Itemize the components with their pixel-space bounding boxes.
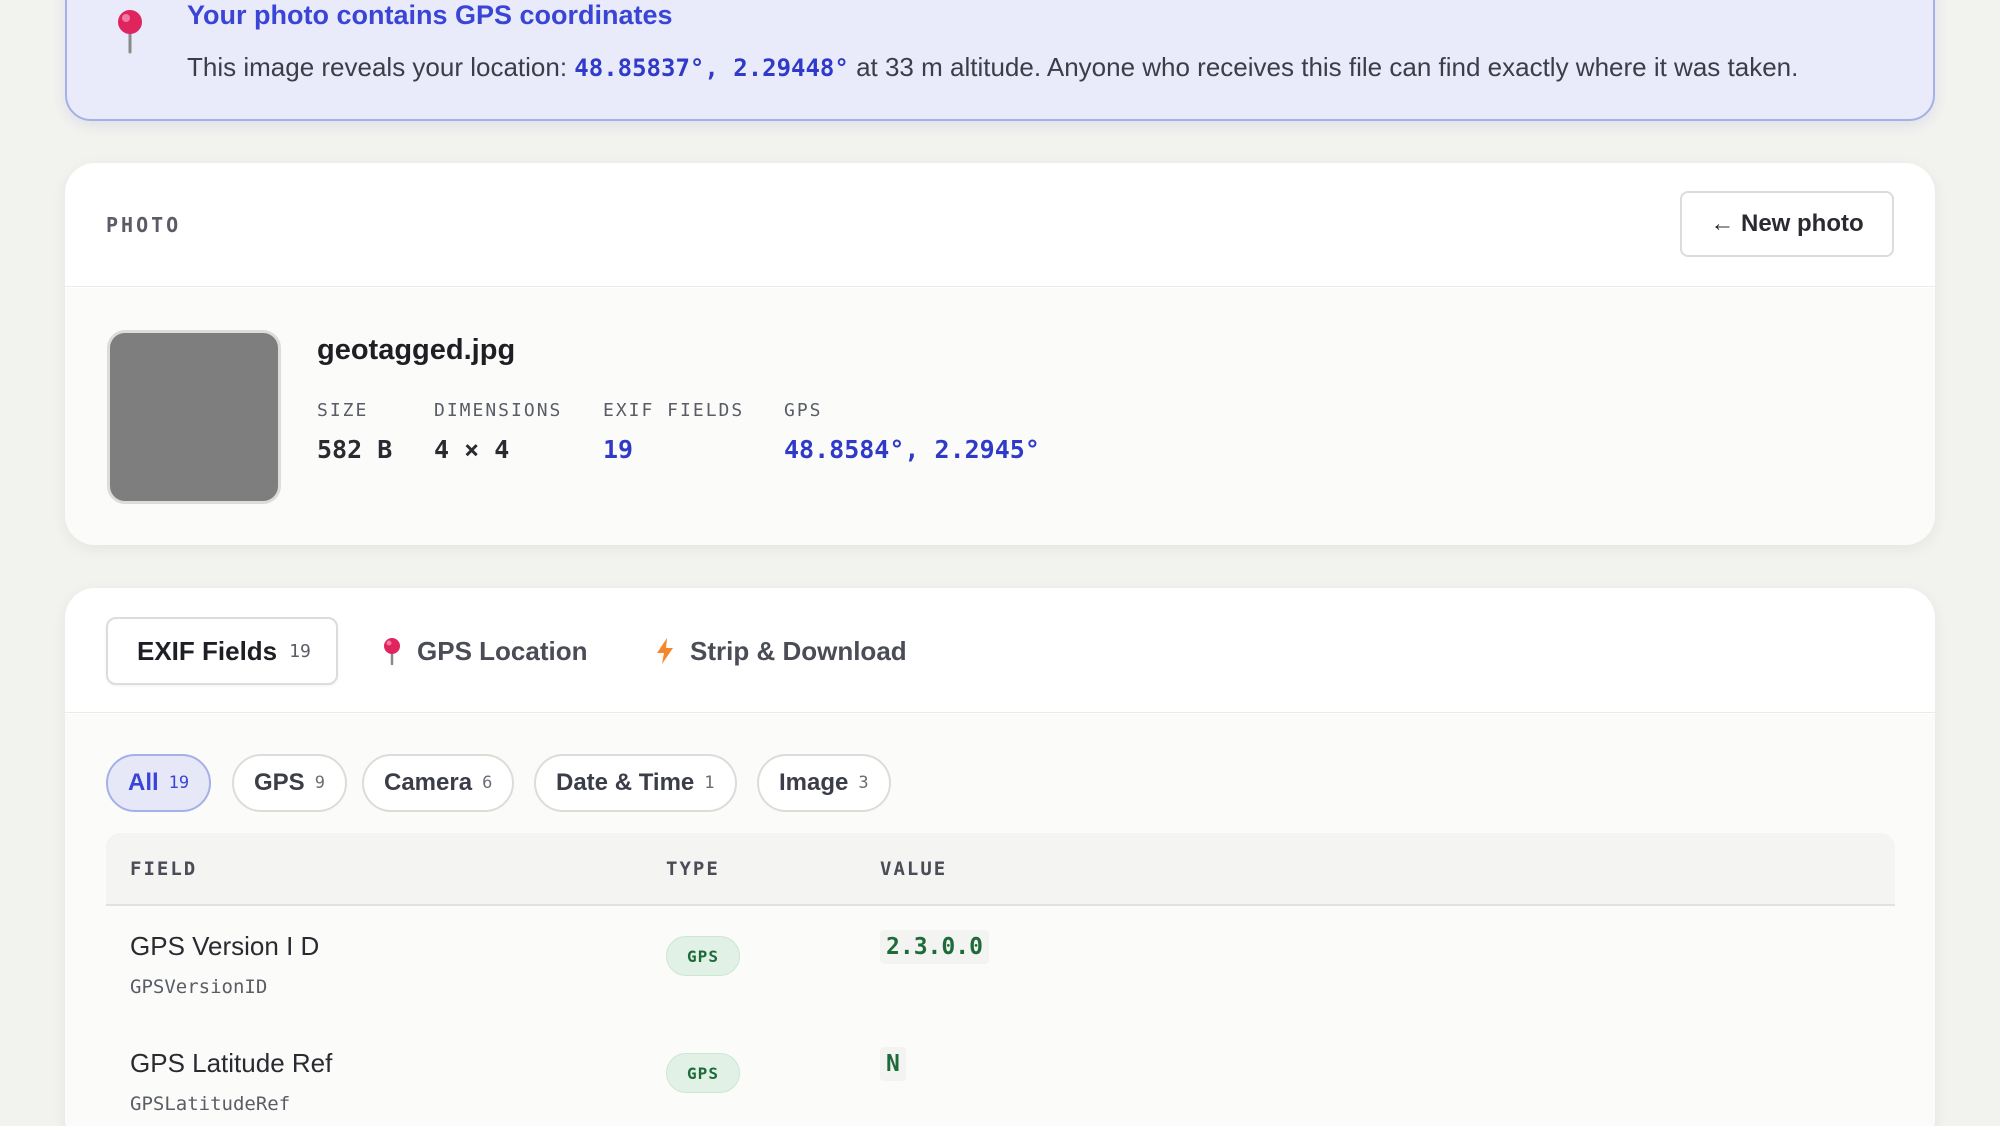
field-label: GPS Version I D xyxy=(130,931,320,961)
new-photo-button[interactable]: ← New photo xyxy=(1680,191,1894,257)
field-value: N xyxy=(880,1047,906,1081)
meta-exif-fields: EXIF FIELDS 19 xyxy=(603,400,744,464)
filter-chip-count: 1 xyxy=(704,773,715,793)
filter-chip-image[interactable]: Image 3 xyxy=(757,754,891,812)
alert-coordinates: 48.85837°, 2.29448° xyxy=(574,54,849,82)
table-row: GPS Latitude Ref GPSLatitudeRef GPS N xyxy=(106,1023,1895,1126)
exif-table: FIELD TYPE VALUE GPS Version I D GPSVers… xyxy=(106,833,1895,1126)
photo-card-header: PHOTO ← New photo xyxy=(65,163,1935,287)
meta-size-value: 582 B xyxy=(317,435,393,464)
field-key: GPSLatitudeRef xyxy=(130,1093,291,1115)
meta-exif-fields-value: 19 xyxy=(603,435,634,464)
filter-chip-label: All xyxy=(128,769,159,796)
tab-exif-fields[interactable]: EXIF Fields 19 xyxy=(106,617,338,685)
field-value: 2.3.0.0 xyxy=(880,930,989,964)
filter-chip-label: Camera xyxy=(384,769,473,796)
photo-card: PHOTO ← New photo geotagged.jpg SIZE 582… xyxy=(65,163,1935,545)
filter-chip-label: Date & Time xyxy=(556,769,695,796)
meta-gps-label: GPS xyxy=(784,400,823,421)
meta-dimensions-value: 4 × 4 xyxy=(434,435,510,464)
table-header: FIELD TYPE VALUE xyxy=(106,833,1895,906)
tab-gps-location-label: GPS Location xyxy=(417,635,588,666)
filter-chip-label: GPS xyxy=(254,769,305,796)
alert-text-before: This image reveals your location: xyxy=(187,52,575,82)
field-label: GPS Latitude Ref xyxy=(130,1048,333,1078)
filter-chip-gps[interactable]: GPS 9 xyxy=(232,754,347,812)
meta-exif-fields-label: EXIF FIELDS xyxy=(603,400,745,421)
filter-chip-count: 3 xyxy=(858,773,869,793)
tabs-bar: EXIF Fields 19 GPS Location Strip & Down… xyxy=(65,588,1935,713)
filter-chip-date-time[interactable]: Date & Time 1 xyxy=(534,754,737,812)
pin-icon xyxy=(384,638,400,665)
alert-title: Your photo contains GPS coordinates xyxy=(187,0,673,30)
tab-strip-download[interactable]: Strip & Download xyxy=(654,617,907,685)
meta-dimensions-label: DIMENSIONS xyxy=(434,400,563,421)
filter-area: All 19 GPS 9 Camera 6 Date & Time 1 Imag… xyxy=(65,714,1935,1126)
column-header-field: FIELD xyxy=(130,858,198,880)
exif-card: EXIF Fields 19 GPS Location Strip & Down… xyxy=(65,588,1935,1126)
filter-chip-label: Image xyxy=(779,769,849,796)
column-header-value: VALUE xyxy=(880,858,948,880)
type-badge: GPS xyxy=(666,936,740,976)
tab-gps-location[interactable]: GPS Location xyxy=(381,617,587,685)
field-key: GPSVersionID xyxy=(130,976,268,998)
filter-chip-count: 9 xyxy=(314,773,325,793)
filter-chip-camera[interactable]: Camera 6 xyxy=(362,754,515,812)
meta-size-label: SIZE xyxy=(317,400,369,421)
photo-thumbnail xyxy=(107,330,281,504)
pin-icon xyxy=(118,10,142,54)
file-name: geotagged.jpg xyxy=(317,334,516,366)
meta-dimensions: DIMENSIONS 4 × 4 xyxy=(434,400,562,464)
tab-exif-fields-count: 19 xyxy=(289,640,311,662)
alert-text-after: at 33 m altitude. Anyone who receives th… xyxy=(848,52,1799,82)
meta-size: SIZE 582 B xyxy=(317,400,392,464)
type-badge: GPS xyxy=(666,1053,740,1093)
meta-gps-value: 48.8584°, 2.2945° xyxy=(784,435,1040,464)
tab-exif-fields-label: EXIF Fields xyxy=(137,635,278,666)
photo-details: geotagged.jpg SIZE 582 B DIMENSIONS 4 × … xyxy=(65,288,1935,545)
filter-chip-count: 6 xyxy=(482,773,493,793)
meta-gps: GPS 48.8584°, 2.2945° xyxy=(784,400,1040,464)
filter-chip-count: 19 xyxy=(168,773,190,793)
column-header-type: TYPE xyxy=(666,858,720,880)
alert-text: This image reveals your location: 48.858… xyxy=(187,52,1798,83)
table-row: GPS Version I D GPSVersionID GPS 2.3.0.0 xyxy=(106,906,1895,1023)
filter-chip-all[interactable]: All 19 xyxy=(106,754,212,812)
section-label-photo: PHOTO xyxy=(106,213,182,237)
lightning-icon xyxy=(657,638,673,664)
tab-strip-download-label: Strip & Download xyxy=(690,635,907,666)
